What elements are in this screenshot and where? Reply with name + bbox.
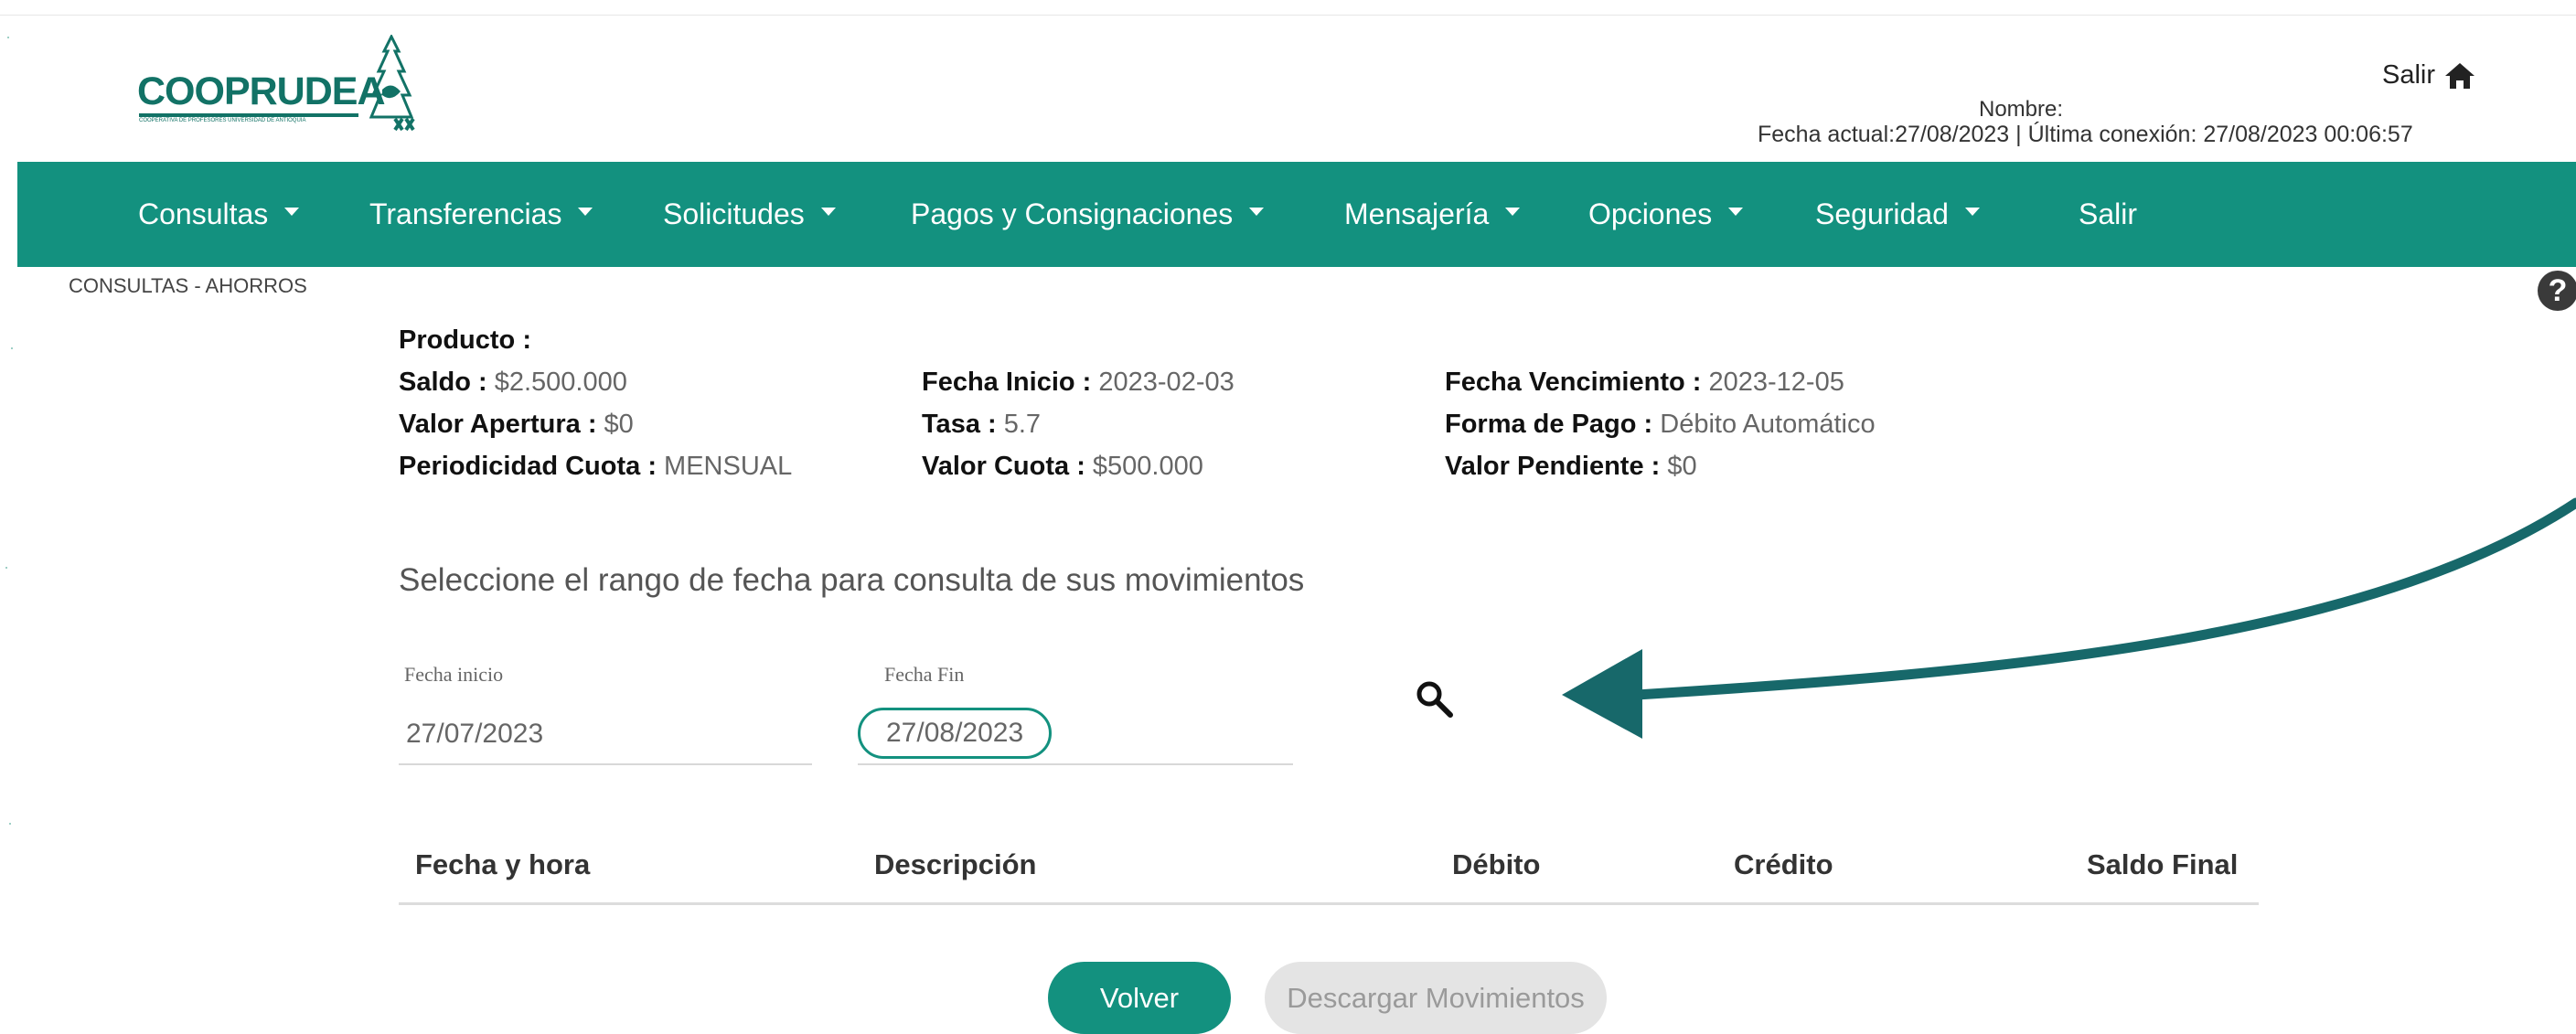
table-header-divider [399,902,2259,905]
product-title-label: Producto : [399,325,531,355]
info-valor-cuota: Valor Cuota : $500.000 [922,452,1203,482]
product-title: Producto : [399,325,531,356]
info-label: Tasa : [922,410,997,439]
nav-label: Seguridad [1815,197,1949,230]
info-value: 2023-02-03 [1098,368,1235,397]
info-label: Fecha Inicio : [922,368,1092,397]
info-valor-apertura: Valor Apertura : $0 [399,410,634,440]
info-label: Valor Cuota : [922,452,1085,481]
info-saldo: Saldo : $2.500.000 [399,368,627,398]
col-saldo-final: Saldo Final [2087,848,2239,880]
nav-label: Salir [2079,197,2138,230]
main-navbar: Consultas Transferencias Solicitudes Pag… [17,162,2576,267]
nav-salir[interactable]: Salir [2079,162,2137,267]
caret-down-icon [1505,208,1521,216]
start-date-label: Fecha inicio [404,663,504,686]
session-date-info: Fecha actual:27/08/2023 | Última conexió… [1758,122,2413,147]
info-label: Saldo : [399,368,487,397]
edge-speck [9,823,11,825]
edge-speck [7,37,9,38]
nav-consultas[interactable]: Consultas [138,162,300,267]
col-credito: Crédito [1734,848,1833,880]
caret-down-icon [1249,208,1265,216]
home-icon [2444,62,2475,90]
caret-down-icon [1964,208,1980,216]
edge-speck [5,567,7,569]
nav-transferencias[interactable]: Transferencias [369,162,593,267]
info-fecha-vencimiento: Fecha Vencimiento : 2023-12-05 [1445,368,1844,398]
edge-speck [11,347,13,349]
user-name-label: Nombre: [1979,97,2064,122]
nav-label: Transferencias [369,197,562,230]
nav-solicitudes[interactable]: Solicitudes [663,162,836,267]
info-value: 5.7 [1003,410,1042,439]
nav-label: Mensajería [1344,197,1490,230]
download-movements-button[interactable]: Descargar Movimientos [1265,962,1607,1034]
date-range-instruction: Seleccione el rango de fecha para consul… [399,562,1305,598]
caret-down-icon [578,208,593,216]
pointer-arrow-icon [1562,497,2576,739]
end-date-label: Fecha Fin [884,663,965,686]
logout-link[interactable]: Salir [2382,60,2475,91]
nav-opciones[interactable]: Opciones [1588,162,1744,267]
col-descripcion: Descripción [874,848,1037,880]
nav-label: Opciones [1588,197,1713,230]
breadcrumb: CONSULTAS - AHORROS [69,274,307,297]
caret-down-icon [820,208,836,216]
info-label: Valor Pendiente : [1445,452,1661,481]
start-date-underline [399,763,812,765]
info-forma-pago: Forma de Pago : Débito Automático [1445,410,1876,440]
logo-tagline: COOPERATIVA DE PROFESORES UNIVERSIDAD DE… [139,118,306,123]
info-label: Periodicidad Cuota : [399,452,657,481]
logout-label: Salir [2381,60,2435,90]
info-tasa: Tasa : 5.7 [922,410,1041,440]
col-fecha-hora: Fecha y hora [415,848,591,880]
info-value: $0 [604,410,634,439]
caret-down-icon [1728,208,1744,216]
nav-label: Consultas [138,197,269,230]
info-label: Forma de Pago : [1445,410,1653,439]
top-border [0,15,2576,16]
info-label: Fecha Vencimiento : [1445,368,1702,397]
cooprudea-logo[interactable]: COOPRUDEA COOPERATIVA DE PROFESORES UNIV… [137,35,439,135]
logo-underline [139,113,358,117]
logo-wordmark: COOPRUDEA [137,69,386,113]
info-value: $500.000 [1092,452,1203,481]
start-date-input[interactable]: 27/07/2023 [406,719,543,750]
info-fecha-inicio: Fecha Inicio : 2023-02-03 [922,368,1235,398]
caret-down-icon [284,208,300,216]
info-periodicidad: Periodicidad Cuota : MENSUAL [399,452,792,482]
info-label: Valor Apertura : [399,410,597,439]
end-date-value: 27/08/2023 [886,718,1024,748]
info-valor-pendiente: Valor Pendiente : $0 [1445,452,1697,482]
nav-pagos-consignaciones[interactable]: Pagos y Consignaciones [911,162,1265,267]
nav-mensajeria[interactable]: Mensajería [1344,162,1521,267]
back-button[interactable]: Volver [1048,962,1231,1034]
search-icon[interactable] [1414,678,1456,720]
end-date-input[interactable]: 27/08/2023 [858,708,1053,759]
col-debito: Débito [1452,848,1541,880]
logo-emblem-icon [369,35,415,132]
end-date-underline [858,763,1293,765]
help-icon[interactable]: ? [2538,271,2576,311]
nav-seguridad[interactable]: Seguridad [1815,162,1980,267]
info-value: $2.500.000 [494,368,627,397]
info-value: Débito Automático [1660,410,1876,439]
nav-label: Pagos y Consignaciones [911,197,1234,230]
info-value: $0 [1667,452,1697,481]
info-value: 2023-12-05 [1708,368,1844,397]
info-value: MENSUAL [664,452,793,481]
nav-label: Solicitudes [663,197,805,230]
